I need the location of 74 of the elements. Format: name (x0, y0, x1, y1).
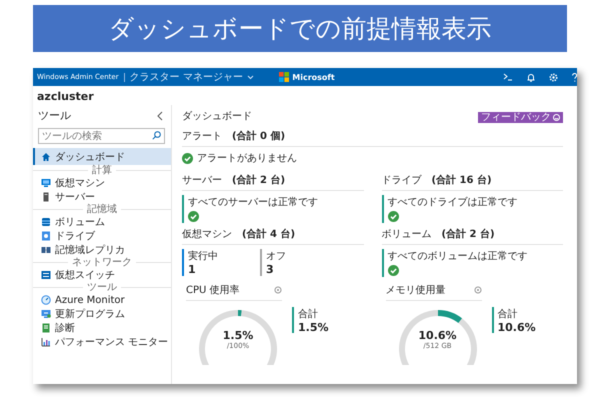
section-title: アラート (182, 130, 222, 143)
monitor-icon (41, 178, 51, 188)
page-title: ダッシュボード (182, 110, 252, 123)
section-heading: ツール (87, 282, 117, 292)
server-icon (41, 192, 51, 202)
stat-value: 1 (188, 263, 197, 276)
monitor-icon (41, 309, 51, 319)
logo-icon (279, 72, 290, 82)
sidebar-item[interactable]: 更新プログラム (33, 307, 171, 321)
smiley-icon (553, 114, 560, 121)
settings-icon[interactable] (474, 286, 482, 294)
help-icon[interactable] (572, 72, 577, 82)
check-icon (388, 265, 398, 276)
total-count: (合計 4 台) (242, 228, 296, 241)
sidebar-item[interactable]: パフォーマンス モニター (33, 335, 171, 349)
bell-icon[interactable] (527, 72, 536, 82)
sidebar-item[interactable]: 記憶域レプリカ (33, 243, 171, 257)
total-count: (合計 2 台) (442, 228, 495, 241)
check-icon (188, 211, 199, 222)
home-icon (41, 152, 51, 162)
sidebar-item[interactable]: ボリューム (33, 215, 171, 229)
sidebar-item[interactable]: 仮想マシン (33, 176, 171, 190)
cluster-name: azcluster (36, 89, 95, 105)
gauge-reading: 1.5% (222, 329, 254, 342)
check-icon (388, 211, 398, 222)
sidebar-item[interactable]: サーバー (33, 190, 171, 204)
section-title: メモリ使用量 (386, 284, 446, 297)
sidebar-item[interactable]: ドライブ (33, 229, 171, 243)
stat-value: 3 (266, 263, 275, 276)
status-message: すべてのドライブは正常です (388, 196, 518, 209)
sidebar-item[interactable]: Azure Monitor (33, 293, 171, 307)
total-count: (合計 0 個) (232, 130, 286, 143)
banner-title: ダッシュボードでの前提情報表示 (33, 5, 567, 52)
document-icon (41, 323, 51, 333)
chevron-down-icon (246, 74, 254, 80)
settings-icon[interactable] (274, 286, 282, 294)
gauge-icon (41, 295, 51, 305)
sidebar-title: ツール (38, 108, 71, 123)
database-icon (41, 217, 51, 227)
section-title: CPU 使用率 (186, 284, 240, 297)
status-message: すべてのボリュームは正常です (388, 250, 528, 263)
sidebar-item[interactable]: ダッシュボード (33, 148, 171, 165)
section-title: サーバー (182, 174, 222, 187)
terminal-icon[interactable] (503, 73, 514, 81)
legend-label: 合計 (298, 308, 319, 321)
legend-value: 1.5% (298, 321, 329, 334)
sidebar-item[interactable]: 仮想スイッチ (33, 268, 171, 282)
total-count: (合計 16 台) (432, 174, 492, 187)
context-menu[interactable]: クラスター マネージャー (130, 70, 254, 84)
section-title: 仮想マシン (182, 228, 232, 241)
legend-label: 合計 (498, 308, 518, 321)
total-count: (合計 2 台) (232, 174, 286, 187)
section-heading: 計算 (92, 166, 112, 176)
legend-value: 10.6% (498, 321, 536, 334)
chart-icon (41, 337, 51, 347)
search-field[interactable]: ツールの検索 (38, 128, 165, 144)
section-title: ドライブ (382, 174, 422, 187)
alert-message: アラートがありません (197, 152, 297, 165)
section-heading: ネットワーク (72, 258, 132, 268)
status-message: すべてのサーバーは正常です (188, 196, 319, 209)
switch-icon (41, 270, 51, 280)
search-icon[interactable] (152, 131, 161, 140)
check-icon (182, 152, 193, 164)
stat-label: オフ (266, 250, 286, 263)
section-heading: 記憶域 (87, 204, 117, 214)
section-title: ボリューム (382, 228, 432, 241)
stat-label: 実行中 (188, 250, 218, 263)
feedback-button[interactable]: フィードバック (478, 112, 563, 123)
drive-icon (41, 231, 51, 241)
replica-icon (41, 245, 51, 255)
sidebar-item[interactable]: 診断 (33, 321, 171, 335)
collapse-icon[interactable] (157, 110, 163, 120)
brand-name: Microsoft (292, 72, 335, 82)
gauge-reading: 10.6% (418, 329, 457, 342)
